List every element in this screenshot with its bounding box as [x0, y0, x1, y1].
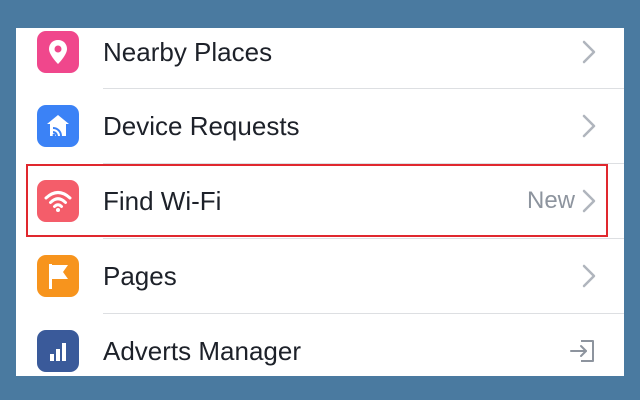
bar-chart-icon — [37, 330, 79, 372]
chevron-right-icon — [580, 111, 598, 141]
menu-item-label: Nearby Places — [103, 36, 273, 67]
chevron-right-icon — [580, 261, 598, 291]
menu-item-label: Device Requests — [103, 110, 300, 141]
open-external-icon — [568, 336, 598, 366]
flag-icon — [37, 255, 79, 297]
chevron-right-icon — [580, 186, 598, 216]
settings-menu-panel: Nearby Places Device Requests Find Wi-Fi… — [16, 28, 624, 376]
menu-item-label: Find Wi-Fi — [103, 185, 222, 216]
menu-item-device-requests[interactable]: Device Requests — [16, 89, 624, 163]
chevron-right-icon — [580, 37, 598, 67]
menu-item-pages[interactable]: Pages — [16, 239, 624, 313]
menu-item-label: Pages — [103, 260, 177, 291]
new-badge: New — [526, 187, 575, 214]
menu-item-adverts-manager[interactable]: Adverts Manager — [16, 314, 624, 376]
menu-item-nearby-places[interactable]: Nearby Places — [16, 28, 624, 89]
device-request-icon — [37, 105, 79, 147]
menu-item-label: Adverts Manager — [103, 335, 301, 366]
wifi-icon — [37, 180, 79, 222]
map-pin-icon — [37, 31, 79, 73]
menu-item-find-wifi[interactable]: Find Wi-Fi New — [16, 164, 624, 238]
